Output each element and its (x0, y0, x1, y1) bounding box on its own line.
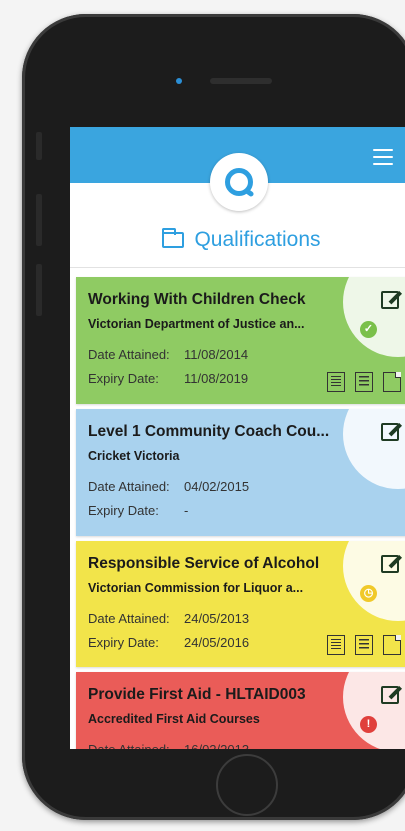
document-actions (327, 372, 401, 392)
qualification-card[interactable]: Working With Children Check Victorian Dep… (76, 277, 405, 404)
front-camera (176, 78, 182, 84)
blank-document-icon[interactable] (383, 635, 401, 655)
phone-frame: Qualifications Working With Children Che… (22, 14, 405, 820)
date-attained-label: Date Attained: (88, 742, 184, 749)
app-logo (210, 153, 268, 211)
page-heading: Qualifications (70, 223, 405, 257)
expiry-date-label: Expiry Date: (88, 635, 159, 650)
date-attained-row: Date Attained: 04/02/2015 (88, 479, 249, 494)
lined-document-icon[interactable] (327, 372, 345, 392)
card-decoration (343, 277, 405, 357)
document-actions (327, 635, 401, 655)
date-attained-row: Date Attained: 24/05/2013 (88, 611, 249, 626)
expiry-date-value: - (184, 503, 189, 518)
qualification-card[interactable]: Responsible Service of Alcohol Victorian … (76, 541, 405, 667)
expiry-date-row: Expiry Date: 24/05/2016 (88, 635, 249, 650)
q-logo-icon (225, 168, 253, 196)
qualification-issuer: Cricket Victoria (88, 449, 180, 463)
expiry-date-value: 24/05/2016 (184, 635, 250, 650)
edit-icon[interactable] (381, 686, 399, 704)
date-attained-row: Date Attained:16/02/2013 (88, 742, 249, 749)
expiry-date-row: Expiry Date: - (88, 503, 188, 518)
qualification-title: Working With Children Check (88, 291, 306, 308)
date-attained-value: 24/05/2013 (184, 611, 250, 626)
home-button[interactable] (216, 754, 278, 816)
card-decoration (343, 672, 405, 749)
qualification-title: Provide First Aid - HLTAID003 (88, 686, 306, 703)
mute-switch (36, 132, 42, 160)
expiry-date-value: 11/08/2019 (184, 371, 249, 386)
volume-down-button (36, 264, 42, 316)
date-attained-value: 11/08/2014 (184, 347, 249, 362)
volume-up-button (36, 194, 42, 246)
expiry-date-label: Expiry Date: (88, 503, 159, 518)
clock-icon: ◷ (360, 585, 377, 602)
earpiece-speaker (210, 78, 272, 84)
lined-document-icon[interactable] (327, 635, 345, 655)
header-divider (70, 267, 405, 268)
edit-icon[interactable] (381, 423, 399, 441)
card-decoration (343, 409, 405, 489)
blank-document-icon[interactable] (383, 372, 401, 392)
hamburger-menu-icon[interactable] (373, 149, 393, 165)
edit-icon[interactable] (381, 555, 399, 573)
date-attained-value: 16/02/2013 (184, 742, 249, 749)
qualification-issuer: Victorian Commission for Liquor a... (88, 581, 304, 595)
date-attained-label: Date Attained: (88, 479, 170, 494)
check-icon: ✓ (360, 321, 377, 338)
qualification-issuer: Accredited First Aid Courses (88, 712, 260, 726)
expiry-date-row: Expiry Date: 11/08/2019 (88, 371, 248, 386)
alert-icon: ! (360, 716, 377, 733)
date-attained-row: Date Attained: 11/08/2014 (88, 347, 248, 362)
qualification-title: Level 1 Community Coach Cou... (88, 423, 330, 440)
qualification-title: Responsible Service of Alcohol (88, 555, 320, 572)
qualification-card[interactable]: Level 1 Community Coach Cou... Cricket Vi… (76, 409, 405, 536)
page-title: Qualifications (194, 228, 321, 251)
app-screen: Qualifications Working With Children Che… (70, 127, 405, 749)
folder-icon (162, 228, 185, 248)
edit-icon[interactable] (381, 291, 399, 309)
date-attained-value: 04/02/2015 (184, 479, 250, 494)
date-attained-label: Date Attained: (88, 611, 170, 626)
list-document-icon[interactable] (355, 372, 373, 392)
qualification-issuer: Victorian Department of Justice an... (88, 317, 305, 331)
card-decoration (343, 541, 405, 621)
qualification-card[interactable]: Provide First Aid - HLTAID003 Accredited … (76, 672, 405, 749)
expiry-date-label: Expiry Date: (88, 371, 159, 386)
date-attained-label: Date Attained: (88, 347, 170, 362)
list-document-icon[interactable] (355, 635, 373, 655)
